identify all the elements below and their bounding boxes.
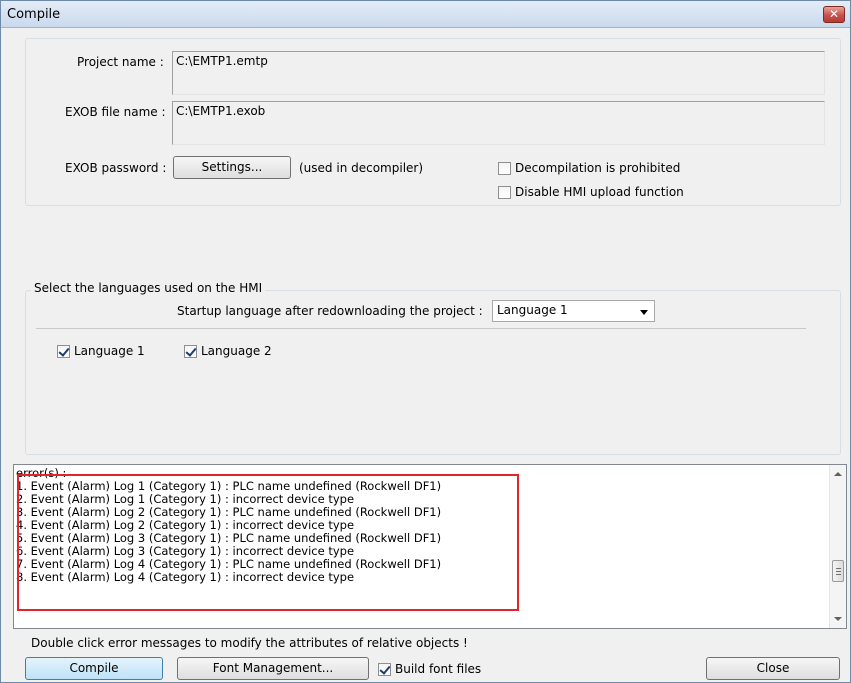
dialog-title: Compile (7, 7, 61, 22)
close-button[interactable]: Close (706, 657, 840, 680)
language-1-checkbox[interactable]: Language 1 (57, 344, 145, 358)
language-1-label: Language 1 (74, 344, 145, 358)
messages-scrollbar[interactable] (829, 465, 846, 628)
title-bar[interactable]: Compile ✕ (1, 1, 850, 28)
exob-file-name-field[interactable]: C:\EMTP1.exob (172, 101, 825, 145)
compile-button[interactable]: Compile (25, 657, 163, 680)
languages-group-title: Select the languages used on the HMI (31, 281, 266, 295)
disable-hmi-upload-checkbox[interactable]: Disable HMI upload function (498, 185, 684, 199)
close-icon[interactable]: ✕ (823, 6, 845, 23)
decompilation-prohibited-checkbox[interactable]: Decompilation is prohibited (498, 161, 680, 175)
error-highlight-box (17, 474, 519, 611)
build-font-files-label: Build font files (395, 662, 482, 676)
scroll-thumb[interactable] (832, 560, 844, 582)
checkbox-checked-icon (184, 344, 197, 358)
exob-file-name-value: C:\EMTP1.exob (176, 104, 266, 118)
grip-line (836, 574, 841, 575)
exob-password-label: EXOB password : (65, 161, 167, 175)
checkbox-checked-icon (378, 662, 391, 676)
exob-file-name-label: EXOB file name : (65, 105, 166, 119)
startup-language-select[interactable]: Language 1 (492, 300, 655, 322)
project-name-value: C:\EMTP1.emtp (176, 54, 268, 68)
language-2-checkbox[interactable]: Language 2 (184, 344, 272, 358)
project-name-label: Project name : (77, 55, 164, 69)
chevron-down-icon (640, 310, 648, 315)
compile-dialog: Compile ✕ Project name : C:\EMTP1.emtp E… (0, 0, 851, 683)
password-note: (used in decompiler) (299, 161, 424, 175)
language-2-label: Language 2 (201, 344, 272, 358)
startup-language-value: Language 1 (497, 303, 568, 317)
font-management-button[interactable]: Font Management... (177, 657, 369, 680)
scroll-down-icon[interactable] (834, 617, 842, 621)
grip-line (836, 571, 841, 572)
build-font-files-checkbox[interactable]: Build font files (378, 662, 481, 676)
hint-text: Double click error messages to modify th… (31, 636, 468, 650)
decompilation-prohibited-label: Decompilation is prohibited (515, 161, 681, 175)
languages-separator (36, 328, 806, 329)
project-name-field[interactable]: C:\EMTP1.emtp (172, 51, 825, 95)
checkbox-unchecked-icon (498, 185, 511, 199)
checkbox-unchecked-icon (498, 161, 511, 175)
disable-hmi-upload-label: Disable HMI upload function (515, 185, 684, 199)
startup-language-label: Startup language after redownloading the… (177, 304, 483, 318)
grip-line (836, 568, 841, 569)
settings-button[interactable]: Settings... (173, 156, 291, 179)
scroll-up-icon[interactable] (834, 472, 842, 476)
checkbox-checked-icon (57, 344, 70, 358)
